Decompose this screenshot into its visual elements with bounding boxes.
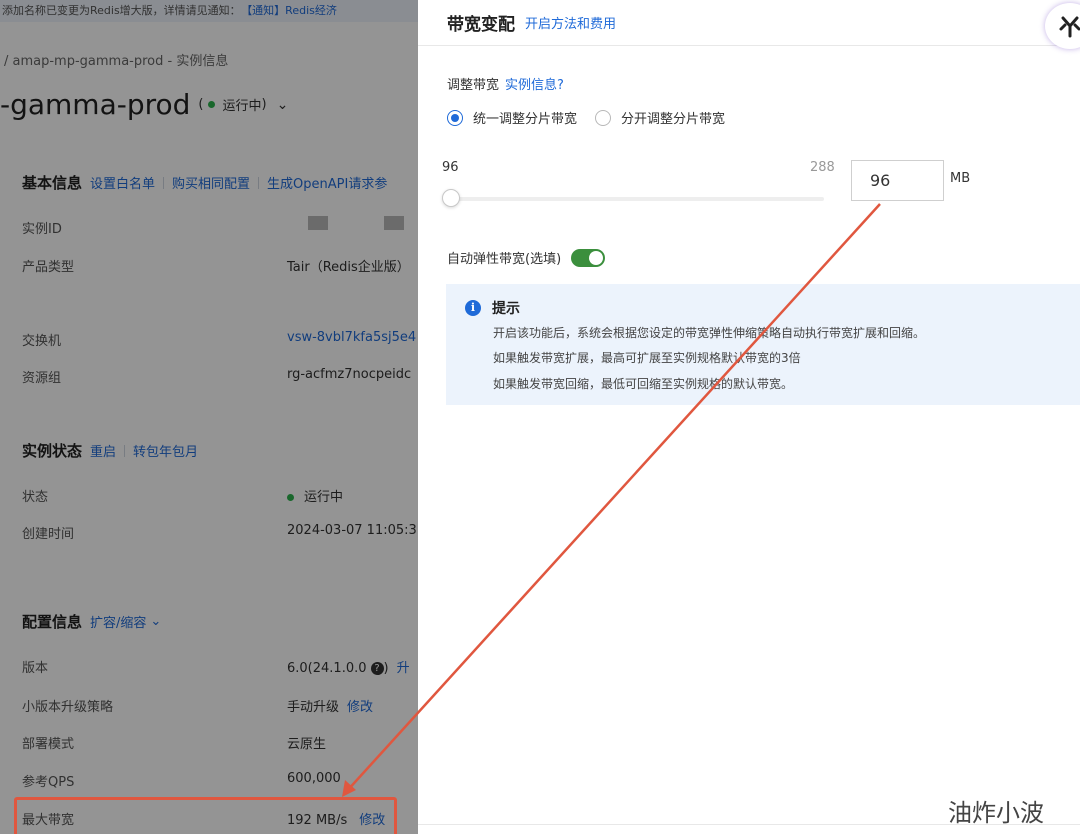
row-label-product-type: 产品类型 [22,260,75,275]
row-value-created: 2024-03-07 11:05:3 [287,523,417,538]
annotation-highlight-box [14,797,397,834]
redacted-block [308,216,328,230]
edit-upgrade-link[interactable]: 修改 [347,700,373,715]
basic-info-header: 基本信息 设置白名单 购买相同配置 生成OpenAPI请求参 [22,172,387,193]
method-fee-link[interactable]: 开启方法和费用 [525,13,616,32]
convert-subscription-link[interactable]: 转包年包月 [133,441,198,460]
radio-separate-label: 分开调整分片带宽 [621,112,726,127]
notice-link[interactable]: 【通知】Redis经济 [247,4,337,17]
drawer-title: 带宽变配 [447,15,515,35]
radio-unified-adjust[interactable]: 统一调整分片带宽 [447,108,577,127]
adjust-bandwidth-label: 调整带宽 实例信息? [447,74,564,93]
bandwidth-drawer: 带宽变配 开启方法和费用 调整带宽 实例信息? 统一调整分片带宽 分开调整分片带宽… [418,0,1080,834]
assistant-logo-icon[interactable] [1045,3,1080,49]
chevron-down-icon[interactable]: ⌄ [277,97,289,113]
row-label-vswitch: 交换机 [22,334,62,349]
notice-text: 添加名称已变更为Redis增大版，详情请见通知： [2,4,241,17]
instance-status-header: 实例状态 重启 转包年包月 [22,440,198,461]
status-badge: (运行中) [198,97,267,114]
config-info-title: 配置信息 [22,613,83,631]
instance-status-title: 实例状态 [22,442,83,460]
status-dot-icon [287,494,294,501]
row-label-created: 创建时间 [22,527,75,542]
radio-separate-adjust[interactable]: 分开调整分片带宽 [595,108,725,127]
row-value-resource-group: rg-acfmz7nocpeidc [287,367,412,382]
bandwidth-slider-handle[interactable] [442,189,460,207]
tip-line: 如果触发带宽扩展，最高可扩展至实例规格默认带宽的3倍 [493,351,801,365]
bandwidth-unit: MB [950,171,971,186]
slider-min-label: 96 [442,160,459,175]
page-title: -gamma-prod (运行中) ⌄ [0,88,288,121]
scale-link[interactable]: 扩容/缩容 [90,612,146,631]
toggle-knob [589,250,604,265]
bandwidth-input[interactable] [851,160,944,201]
config-info-header: 配置信息 扩容/缩容 ⌄ [22,611,161,632]
divider [258,176,260,189]
row-value-version: 6.0(24.1.0.0?) 升 [287,661,410,676]
radio-checked-icon[interactable] [447,109,463,126]
help-icon[interactable]: ? [370,662,384,675]
basic-info-title: 基本信息 [22,174,83,192]
buy-same-config-link[interactable]: 购买相同配置 [172,173,250,192]
adjust-label-text: 调整带宽 [447,78,500,93]
tip-line: 如果触发带宽回缩，最低可回缩至实例规格的默认带宽。 [493,377,794,391]
restart-link[interactable]: 重启 [90,441,116,460]
notice-bar: 添加名称已变更为Redis增大版，详情请见通知： 【通知】Redis经济 [0,0,418,22]
row-label-minor-upgrade: 小版本升级策略 [22,700,114,715]
row-label-status: 状态 [22,490,49,505]
drawer-header: 带宽变配 开启方法和费用 [418,0,1080,46]
vswitch-link[interactable]: vsw-8vbl7kfa5sj5e4 [287,330,416,345]
redacted-block [384,216,404,230]
row-label-qps: 参考QPS [22,775,75,790]
row-value-qps: 600,000 [287,771,341,786]
adjust-mode-radios: 统一调整分片带宽 分开调整分片带宽 [447,108,743,127]
auto-elastic-label: 自动弹性带宽(选填) [447,252,562,267]
upgrade-link[interactable]: 升 [397,661,410,676]
row-value-minor-upgrade: 手动升级 修改 [287,696,373,715]
instance-name: -gamma-prod [0,88,191,121]
row-label-instance-id: 实例ID [22,222,62,237]
divider [163,176,165,189]
set-whitelist-link[interactable]: 设置白名单 [90,173,155,192]
minor-upgrade-text: 手动升级 [287,700,340,715]
slider-max-label: 288 [810,160,835,175]
radio-unified-label: 统一调整分片带宽 [473,112,578,127]
generate-openapi-link[interactable]: 生成OpenAPI请求参 [267,173,387,192]
radio-unchecked-icon[interactable] [595,109,612,126]
tip-line: 开启该功能后，系统会根据您设定的带宽弹性伸缩策略自动执行带宽扩展和回缩。 [493,326,926,340]
info-icon: i [465,300,481,316]
divider [124,444,126,457]
row-value-status: 运行中 [287,486,343,505]
row-label-deploy-mode: 部署模式 [22,737,75,752]
auto-elastic-toggle[interactable] [571,248,606,267]
instance-detail-page: 添加名称已变更为Redis增大版，详情请见通知： 【通知】Redis经济 / am… [0,0,418,834]
instance-info-link[interactable]: 实例信息? [505,78,564,93]
row-value-deploy-mode: 云原生 [287,737,327,752]
status-value-text: 运行中 [304,490,344,505]
chevron-down-icon[interactable]: ⌄ [150,614,161,629]
breadcrumb[interactable]: / amap-mp-gamma-prod - 实例信息 [4,50,228,69]
watermark-text: 油炸小波 [948,799,1044,827]
auto-elastic-row: 自动弹性带宽(选填) [447,248,606,267]
tip-panel: i 提示 开启该功能后，系统会根据您设定的带宽弹性伸缩策略自动执行带宽扩展和回缩… [446,284,1080,405]
status-dot-icon [207,101,215,108]
bandwidth-slider-track[interactable] [450,197,824,201]
version-text: 6.0(24.1.0.0 [287,661,367,676]
row-value-product-type: Tair（Redis企业版） [287,260,410,275]
row-label-version: 版本 [22,661,49,676]
status-text: 运行中 [222,99,262,114]
tip-title: 提示 [492,301,520,317]
row-label-resource-group: 资源组 [22,371,62,386]
